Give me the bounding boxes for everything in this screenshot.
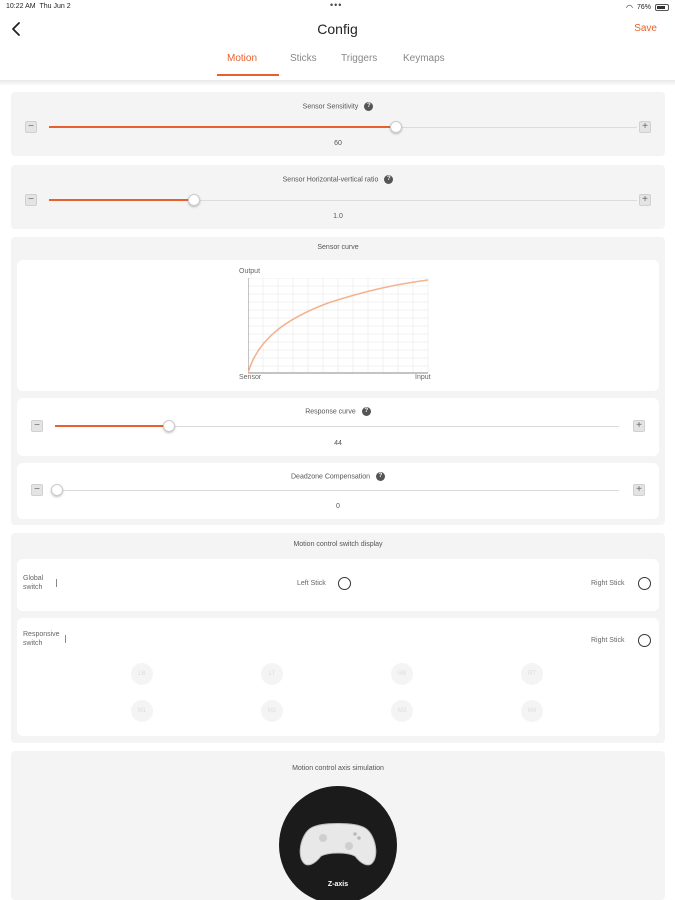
ratio-slider-thumb[interactable] — [188, 194, 200, 206]
responsive-switch-label-2: switch — [23, 640, 43, 647]
responsive-right-stick-radio[interactable] — [638, 634, 651, 647]
responsive-button-m4[interactable]: M4 — [521, 700, 543, 722]
axis-simulation-view: Z-axis — [279, 786, 397, 900]
battery-percent: 76% — [636, 4, 651, 11]
battery-icon — [655, 4, 669, 11]
sensitivity-decrease-button[interactable]: − — [25, 121, 37, 133]
nav-header: Config Save — [0, 14, 675, 44]
axis-simulation-label: Motion control axis simulation — [292, 765, 384, 772]
response-value: 44 — [334, 440, 342, 447]
tab-keymaps[interactable]: Keymaps — [403, 53, 445, 64]
global-switch-label-1: Global — [23, 575, 44, 582]
responsive-switch-panel: Responsive switch Right Stick LB LT RB R… — [17, 618, 659, 736]
help-icon[interactable]: ? — [384, 175, 394, 184]
responsive-switch-label-1: Responsive — [23, 631, 60, 638]
deadzone-panel: Deadzone Compensation? − + 0 — [17, 463, 659, 519]
global-switch-label-2: switch — [23, 584, 43, 591]
response-curve-label: Response curve? — [17, 407, 659, 416]
responsive-switch-toggle[interactable] — [65, 635, 66, 643]
response-increase-button[interactable]: + — [633, 420, 645, 432]
tab-triggers[interactable]: Triggers — [341, 53, 377, 64]
sensor-ratio-card: Sensor Horizontal-vertical ratio? − + 1.… — [11, 165, 665, 229]
chart-grid — [248, 278, 429, 373]
sensor-ratio-label: Sensor Horizontal-vertical ratio? — [11, 175, 665, 184]
global-switch-toggle[interactable] — [56, 579, 57, 587]
sensor-curve-label: Sensor curve — [317, 244, 359, 251]
responsive-button-rt[interactable]: RT — [521, 663, 543, 685]
sensor-curve-chart — [248, 278, 429, 374]
global-switch-panel: Global switch Left Stick Right Stick — [17, 559, 659, 611]
sensitivity-value: 60 — [334, 140, 342, 147]
sensitivity-slider-thumb[interactable] — [390, 121, 402, 133]
deadzone-label: Deadzone Compensation? — [17, 472, 659, 481]
responsive-button-m3[interactable]: M3 — [391, 700, 413, 722]
active-tab-indicator — [217, 74, 279, 76]
curve-chart-panel: Output Sensor Input — [17, 260, 659, 391]
tab-motion[interactable]: Motion — [227, 53, 257, 64]
responsive-button-m2[interactable]: M2 — [261, 700, 283, 722]
save-button[interactable]: Save — [634, 23, 657, 34]
global-left-stick-radio[interactable] — [338, 577, 351, 590]
status-time: 10:22 AM Thu Jun 2 — [6, 3, 71, 10]
global-left-stick-label: Left Stick — [297, 580, 326, 587]
ratio-slider-fill — [49, 199, 194, 201]
page-title: Config — [317, 21, 358, 37]
responsive-button-lt[interactable]: LT — [261, 663, 283, 685]
deadzone-slider-thumb[interactable] — [51, 484, 63, 496]
responsive-button-m1[interactable]: M1 — [131, 700, 153, 722]
help-icon[interactable]: ? — [376, 472, 385, 481]
global-right-stick-radio[interactable] — [638, 577, 651, 590]
chart-y-label: Output — [239, 268, 261, 275]
help-icon[interactable]: ? — [361, 407, 371, 416]
controller-icon — [299, 823, 377, 866]
sensor-sensitivity-card: Sensor Sensitivity? − + 60 — [11, 92, 665, 156]
deadzone-value: 0 — [336, 503, 340, 510]
chart-x-label-right: Input — [415, 374, 431, 381]
sensor-sensitivity-label: Sensor Sensitivity? — [11, 102, 665, 111]
responsive-button-lb[interactable]: LB — [131, 663, 153, 685]
header-divider — [0, 80, 675, 86]
sensor-curve-card: Sensor curve Output Sensor Input Respons… — [11, 237, 665, 525]
switch-display-label: Motion control switch display — [293, 541, 383, 548]
status-bar: 10:22 AM Thu Jun 2 ••• ◠ 76% — [0, 0, 675, 14]
multitask-dots[interactable]: ••• — [330, 0, 342, 10]
responsive-right-stick-label: Right Stick — [591, 637, 625, 644]
status-indicators: ◠ 76% — [626, 3, 669, 12]
deadzone-decrease-button[interactable]: − — [31, 484, 43, 496]
wifi-icon: ◠ — [626, 3, 633, 12]
tab-bar: Motion Sticks Triggers Keymaps — [0, 50, 675, 78]
response-slider-thumb[interactable] — [163, 420, 175, 432]
responsive-button-rb[interactable]: RB — [391, 663, 413, 685]
ratio-value: 1.0 — [333, 213, 343, 220]
response-curve-panel: Response curve? − + 44 — [17, 398, 659, 456]
response-slider-fill — [55, 425, 169, 427]
deadzone-slider-track[interactable] — [55, 490, 619, 491]
sensitivity-increase-button[interactable]: + — [639, 121, 651, 133]
deadzone-increase-button[interactable]: + — [633, 484, 645, 496]
sensitivity-slider-fill — [49, 126, 396, 128]
switch-display-card: Motion control switch display Global swi… — [11, 533, 665, 743]
chart-x-label-left: Sensor — [239, 374, 262, 381]
global-right-stick-label: Right Stick — [591, 580, 625, 587]
help-icon[interactable]: ? — [364, 102, 374, 111]
response-decrease-button[interactable]: − — [31, 420, 43, 432]
ratio-increase-button[interactable]: + — [639, 194, 651, 206]
tab-sticks[interactable]: Sticks — [290, 53, 317, 64]
axis-name: Z-axis — [327, 881, 349, 888]
ratio-decrease-button[interactable]: − — [25, 194, 37, 206]
